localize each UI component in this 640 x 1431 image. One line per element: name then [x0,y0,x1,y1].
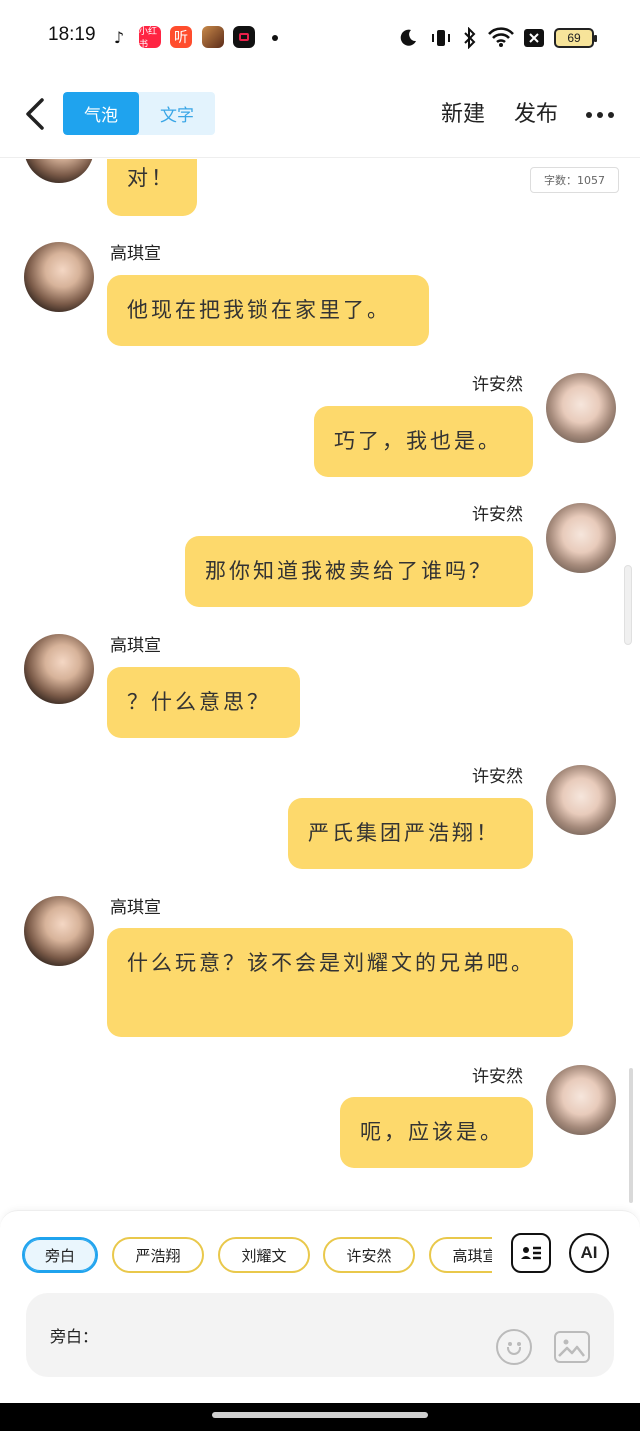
tab-text[interactable]: 文字 [139,92,215,135]
compose-panel: 旁白 严浩翔 刘耀文 许安然 高琪宣 AI 旁白： [0,1210,640,1403]
avatar[interactable] [546,503,616,573]
message-bubble[interactable]: 什么玩意？该不会是刘耀文的兄弟吧。 [107,928,573,1037]
role-chip-narration[interactable]: 旁白 [22,1237,98,1273]
video-record-icon [233,26,255,48]
sender-name: 许安然 [472,1067,523,1087]
xiaohongshu-icon: 小红书 [139,26,161,50]
role-chip[interactable]: 严浩翔 [112,1237,204,1273]
avatar[interactable] [24,159,94,183]
avatar[interactable] [546,373,616,443]
message-bubble[interactable]: 对！ [107,159,197,216]
avatar[interactable] [546,765,616,835]
message-bubble[interactable]: 严氏集团严浩翔！ [288,798,533,869]
character-card-icon[interactable] [511,1233,551,1273]
douyin-icon: ♪ [108,26,130,48]
more-options-icon[interactable] [586,112,614,118]
message-bubble[interactable]: ？什么意思？ [107,667,300,738]
home-handle[interactable] [212,1412,428,1418]
message-input[interactable]: 旁白： [26,1293,614,1377]
publish-button[interactable]: 发布 [514,96,558,128]
mode-switch: 气泡 文字 [63,92,215,135]
status-bar: 18:19 ♪ 小红书 听 69 [0,0,640,76]
header: 气泡 文字 新建 发布 [0,76,640,158]
status-time: 18:19 [48,24,96,45]
role-chip[interactable]: 刘耀文 [218,1237,310,1273]
avatar[interactable] [546,1065,616,1135]
message-bubble[interactable]: 呃，应该是。 [340,1097,533,1168]
message-bubble[interactable]: 他现在把我锁在家里了。 [107,275,429,346]
bluetooth-icon [464,27,476,49]
avatar[interactable] [24,896,94,966]
word-count-badge: 字数：1057 [530,167,619,193]
emoji-icon[interactable] [496,1329,532,1365]
message-bubble[interactable]: 巧了，我也是。 [314,406,533,477]
sender-name: 许安然 [472,767,523,787]
chat-area[interactable]: 对！ 字数：1057 高琪宣 他现在把我锁在家里了。 许安然 巧了，我也是。 许… [0,159,640,1209]
ai-button[interactable]: AI [569,1233,609,1273]
sender-name: 高琪宣 [110,898,161,918]
system-nav-bar [0,1403,640,1431]
battery-indicator: 69 [554,28,597,48]
image-icon[interactable] [554,1331,590,1363]
tab-bubble[interactable]: 气泡 [63,92,139,135]
vibrate-icon [432,30,450,46]
scrollbar[interactable] [629,1068,633,1203]
role-chip[interactable]: 高琪宣 [429,1237,492,1273]
notification-dot-icon [272,35,278,41]
sender-name: 高琪宣 [110,636,161,656]
back-arrow-icon[interactable] [18,94,58,134]
scroll-indicator[interactable] [624,565,632,645]
wifi-icon [488,27,514,47]
avatar[interactable] [24,242,94,312]
sender-name: 许安然 [472,375,523,395]
message-bubble[interactable]: 那你知道我被卖给了谁吗？ [185,536,533,607]
ting-icon: 听 [170,26,192,48]
role-selector: 旁白 严浩翔 刘耀文 许安然 高琪宣 [22,1237,492,1275]
role-chip[interactable]: 许安然 [323,1237,415,1273]
no-sim-icon [524,29,544,47]
game-icon [202,26,224,48]
avatar[interactable] [24,634,94,704]
new-button[interactable]: 新建 [441,96,485,128]
moon-icon [400,29,416,46]
sender-name: 高琪宣 [110,244,161,264]
input-role-label: 旁白： [50,1327,99,1346]
sender-name: 许安然 [472,505,523,525]
